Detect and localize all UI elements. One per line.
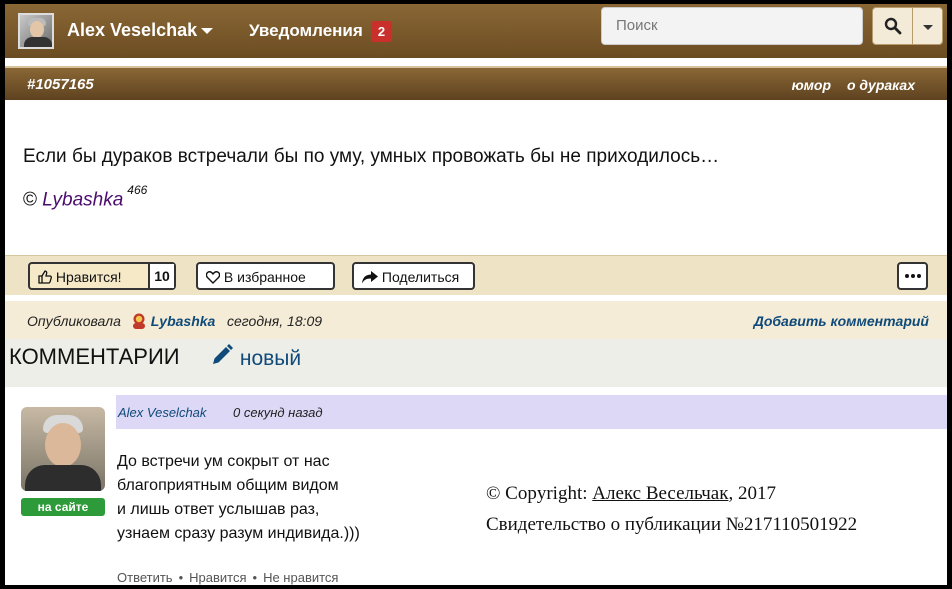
quote-actions-bar: Нравится! 10 В избранное Поделиться [5,255,947,295]
search-input[interactable]: Поиск [601,7,863,45]
quote-text: Если бы дураков встречали бы по уму, умн… [23,146,720,167]
chevron-down-icon[interactable] [201,28,213,34]
quote-tags: юмор о дураках [780,77,915,93]
comment-like-link[interactable]: Нравится [189,570,246,585]
search-icon [884,17,902,35]
share-arrow-icon [362,271,378,284]
reply-link[interactable]: Ответить [117,570,173,585]
new-comment-label: новый [239,347,302,370]
notifications-count-badge[interactable]: 2 [371,21,392,42]
top-navbar: Alex Veselchak Уведомления 2 Поиск [5,4,947,58]
published-time: сегодня, 18:09 [227,313,323,329]
tag-link[interactable]: юмор [792,77,831,93]
page-frame: Alex Veselchak Уведомления 2 Поиск #1057… [5,4,947,585]
publication-certificate: Свидетельство о публикации №217110501922 [486,514,858,535]
share-label: Поделиться [381,269,460,285]
notifications-link[interactable]: Уведомления [249,21,363,41]
search-button[interactable] [872,7,913,45]
more-options-button[interactable] [897,262,928,290]
comment-line: До встречи ум сокрыт от нас [117,453,330,470]
ellipsis-icon [905,274,923,278]
favorite-button[interactable]: В избранное [196,262,335,290]
quote-id-link[interactable]: #1057165 [27,76,94,93]
quote-attribution: © Lybashka 466 [23,183,147,211]
comment-author-avatar[interactable] [21,407,105,491]
online-status-badge: на сайте [21,498,105,516]
comment-line: благоприятным общим видом [117,477,339,494]
like-button[interactable]: Нравится! 10 [28,262,176,290]
user-menu-name[interactable]: Alex Veselchak [67,20,197,41]
search-options-button[interactable] [912,7,943,45]
comment-time: 0 секунд назад [233,405,323,420]
published-bar: Опубликовала Lybashka сегодня, 18:09 Доб… [5,301,947,341]
copyright-author-link[interactable]: Алекс Весельчак [592,483,728,504]
copyright-year: , 2017 [728,483,776,504]
comment-dislike-link[interactable]: Не нравится [263,570,338,585]
comment-line: узнаем сразу разум индивида.))) [117,525,360,542]
copyright-prefix: © Copyright: [486,483,593,504]
published-prefix: Опубликовала [27,313,121,329]
favorite-label: В избранное [223,269,306,285]
author-rating: 466 [127,183,148,197]
new-comment-link[interactable]: новый [210,343,301,371]
quote-author-link[interactable]: Lybashka [42,189,123,210]
published-info: Опубликовала Lybashka сегодня, 18:09 [27,313,322,329]
share-button[interactable]: Поделиться [352,262,475,290]
copyright-line: © Copyright: Алекс Весельчак, 2017 [486,483,776,505]
pencil-icon [213,344,233,364]
heart-icon [205,271,221,284]
comment-author-link[interactable]: Alex Veselchak [118,405,206,420]
comment-actions: Ответить • Нравится • Не нравится [117,570,339,585]
like-count: 10 [148,264,174,288]
thumbs-up-icon [38,270,52,284]
like-label: Нравится! [55,269,122,285]
tag-link[interactable]: о дураках [847,77,915,93]
add-comment-link[interactable]: Добавить комментарий [754,313,929,329]
chevron-down-icon [923,25,933,30]
user-female-icon [131,313,147,329]
comments-title: КОММЕНТАРИИ [9,344,180,369]
user-avatar[interactable] [18,13,54,49]
comment-line: и лишь ответ услышав раз, [117,501,320,518]
publisher-link[interactable]: Lybashka [151,313,216,329]
comment-header: Alex Veselchak 0 секунд назад [116,395,947,429]
comment-text: До встречи ум сокрыт от нас благоприятны… [117,450,360,546]
quote-header: #1057165 юмор о дураках [5,66,947,100]
copyright-symbol: © [23,189,37,211]
